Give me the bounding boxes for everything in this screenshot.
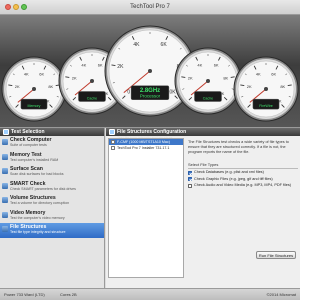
test-item-desc: Suite of computer tests	[10, 143, 47, 147]
volume-icon	[2, 197, 8, 203]
memory-icon	[2, 153, 8, 160]
file-type-label: Check Audio and Video Media (e.g. MP3, M…	[194, 183, 292, 188]
device-list: F-CMF (1000 MB/TST1A10 Mac) TechTool Pro…	[108, 138, 184, 278]
test-selection-header: Test Selection	[0, 128, 104, 136]
video-memory-icon	[2, 211, 8, 218]
device-label: TechTool Pro 7 Installer 731.17.1	[117, 146, 170, 150]
test-item-desc: Test the computer's video memory	[10, 215, 65, 220]
gauge-scale-label: 2K	[247, 84, 252, 89]
test-item-smart-check[interactable]: SMART Check Check SMART parameters for d…	[0, 180, 104, 195]
gauge-scale-label: 0	[127, 90, 130, 96]
test-item-desc: Test computer's installed RAM	[10, 157, 59, 162]
gauge-scale-label: 4K	[24, 71, 29, 76]
main-panes: Test Selection Check Computer Suite of c…	[0, 127, 300, 289]
gauge-scale-label: 8K	[280, 84, 285, 89]
graphics-checkbox[interactable]	[188, 177, 192, 182]
configuration-pane: File Structures Configuration Test file …	[106, 128, 300, 289]
device-label: F-CMF (1000 MB/TST1A10 Mac)	[117, 140, 170, 144]
test-item-file-structures[interactable]: File Structures Test file type integrity…	[0, 223, 104, 238]
gauge-scale-label: 2K	[188, 76, 193, 81]
gauge-label: Cache	[87, 97, 97, 101]
gauge-5: 02K4K6K8K10KFireWire	[233, 56, 299, 122]
title-bar: TechTool Pro 7	[0, 0, 300, 15]
gauge-scale-label: 8K	[223, 76, 228, 81]
file-type-media[interactable]: Check Audio and Video Media (e.g. MP3, M…	[188, 182, 298, 189]
gauge-scale-label: 4K	[197, 62, 202, 67]
gauge-label: Cache	[203, 97, 213, 101]
gauge-scale-label: 6K	[39, 71, 44, 76]
test-item-surface-scan[interactable]: Surface Scan Scan disk surfaces for bad …	[0, 165, 104, 180]
media-checkbox[interactable]	[188, 183, 192, 188]
check-computer-icon	[2, 139, 8, 145]
file-structures-icon	[2, 226, 8, 232]
configuration-title: File Structures Configuration	[117, 129, 187, 135]
test-selection-icon	[3, 129, 9, 135]
gauge-label: Memory	[28, 104, 41, 108]
test-item-desc: Test file type integrity and structure	[10, 230, 66, 234]
gauge-scale-label: 8K	[48, 84, 53, 89]
test-selection-title: Test Selection	[11, 129, 45, 135]
databases-checkbox[interactable]	[188, 170, 192, 175]
test-item-desc: Check SMART parameters for disk drives	[10, 186, 76, 191]
test-selection-pane: Test Selection Check Computer Suite of c…	[0, 128, 105, 289]
device-row[interactable]: TechTool Pro 7 Installer 731.17.1	[109, 145, 183, 151]
test-item-check-computer[interactable]: Check Computer Suite of computer tests	[0, 136, 104, 151]
window-title: TechTool Pro 7	[130, 4, 170, 10]
disk-icon	[2, 168, 8, 174]
status-copyright: ©2014 Micromat	[266, 292, 296, 297]
gauge-label: FireWire	[259, 104, 273, 108]
gauge-label: Processor	[140, 94, 161, 99]
gauge-1: 02K4K6K8K10KMemory	[1, 56, 67, 122]
app-window: TechTool Pro 7 02K4K6K8K10KMemory02K4K6K…	[0, 0, 300, 300]
gauge-scale-label: 4K	[133, 42, 140, 48]
gauge-scale-label: 6K	[214, 62, 219, 67]
configuration-header: File Structures Configuration	[106, 128, 300, 136]
gauge-scale-label: 6K	[161, 42, 168, 48]
file-types-label: Select File Types	[188, 162, 298, 170]
test-item-memory-test[interactable]: Memory Test Test computer's installed RA…	[0, 151, 104, 166]
gauge-scale-label: 2K	[72, 76, 77, 81]
gauge-scale-label: 6K	[271, 71, 276, 76]
gauge-panel: 02K4K6K8K10KMemory02K4K6K8K10KCache02K4K…	[1, 25, 299, 122]
gauge-dashboard: 02K4K6K8K10KMemory02K4K6K8K10KCache02K4K…	[0, 15, 300, 127]
gauge-4: 02K4K6K8K10KCache	[174, 47, 242, 115]
device-checkbox[interactable]	[111, 140, 115, 144]
test-item-desc: Test a volume for directory corruption	[10, 201, 70, 205]
test-item-video-memory[interactable]: Video Memory Test the computer's video m…	[0, 209, 104, 224]
test-item-volume-structures[interactable]: Volume Structures Test a volume for dire…	[0, 194, 104, 209]
test-item-desc: Scan disk surfaces for bad blocks	[10, 172, 64, 176]
status-power: Power 733 Ward (LTD)	[4, 292, 45, 297]
gauge-scale-label: 2K	[15, 84, 20, 89]
gauge-scale-label: 6K	[98, 62, 103, 67]
gauge-scale-label: 2K	[117, 64, 124, 70]
configuration-icon	[109, 129, 115, 135]
gauge-scale-label: 4K	[256, 71, 261, 76]
file-type-label: Check Databases (e.g. plist and xml file…	[194, 170, 264, 175]
status-bar: Power 733 Ward (LTD) Cores 2B ©2014 Micr…	[0, 288, 300, 300]
file-type-label: Check Graphic Files (e.g. jpeg, gif and …	[194, 176, 273, 181]
test-description: The File Structures test checks a wide v…	[188, 140, 289, 154]
test-list: Check Computer Suite of computer tests M…	[0, 136, 104, 281]
device-checkbox[interactable]	[111, 146, 115, 150]
status-cores: Cores 2B	[60, 292, 77, 297]
smart-icon	[2, 182, 8, 189]
run-file-structures-button[interactable]: Run File Structures	[256, 251, 296, 259]
gauge-scale-label: 4K	[81, 62, 86, 67]
